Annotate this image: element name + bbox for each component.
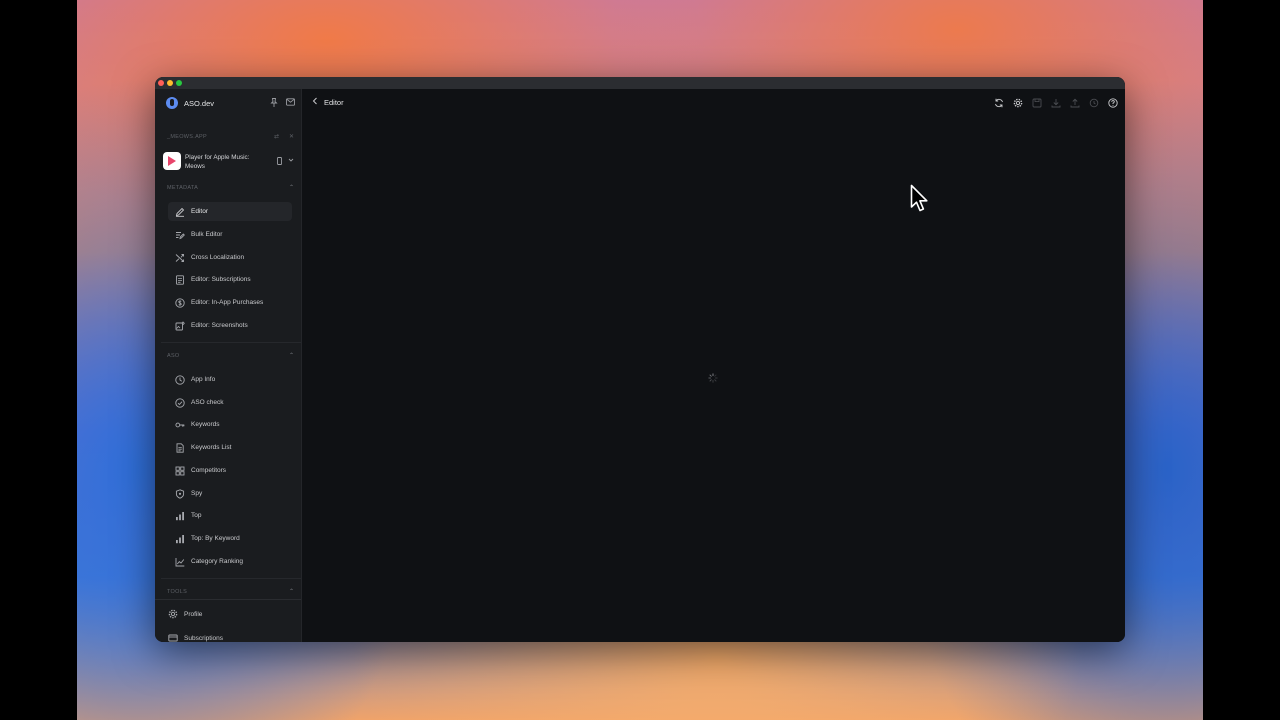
list-doc-icon <box>174 442 185 453</box>
close-window-button[interactable] <box>158 80 164 86</box>
section-label-metadata: METADATA <box>167 185 199 191</box>
brand-name: ASO.dev <box>184 98 215 108</box>
sidebar-item-bulk-editor[interactable]: Bulk Editor <box>168 225 292 244</box>
app-name: Player for Apple Music: Meows <box>185 154 250 170</box>
line-chart-icon <box>174 556 185 567</box>
sidebar-item-cross-localization[interactable]: Cross Localization <box>168 248 292 267</box>
main-content: Editor <box>302 89 1125 642</box>
sidebar-item-competitors[interactable]: Competitors <box>168 461 292 480</box>
mouse-cursor-icon <box>910 184 928 212</box>
sidebar-item-profile[interactable]: Profile <box>161 605 291 623</box>
section-label-tools: TOOLS <box>167 589 188 595</box>
sidebar-item-category-ranking[interactable]: Category Ranking <box>168 552 292 571</box>
sidebar: ASO.dev _MEOWS.APP ⇄ ✕ Player for Apple … <box>155 89 302 642</box>
collapse-tools-icon[interactable]: ⌃ <box>289 588 294 595</box>
receipt-icon <box>174 274 185 285</box>
collapse-aso-icon[interactable]: ⌃ <box>289 352 294 359</box>
app-window: ASO.dev _MEOWS.APP ⇄ ✕ Player for Apple … <box>155 77 1125 642</box>
shield-icon <box>174 488 185 499</box>
sidebar-item-top[interactable]: Top <box>168 506 292 525</box>
sidebar-item-editor[interactable]: Editor <box>168 202 292 221</box>
gear-icon <box>167 609 178 620</box>
project-label: _MEOWS.APP <box>167 134 207 140</box>
sidebar-item-editor-in-app-purchases[interactable]: Editor: In-App Purchases <box>168 293 292 312</box>
image-edit-icon <box>174 320 185 331</box>
shuffle-icon <box>174 252 185 263</box>
save-icon[interactable] <box>1031 97 1042 108</box>
bar-chart-icon <box>174 533 185 544</box>
dollar-circle-icon <box>174 297 185 308</box>
sidebar-item-editor-subscriptions[interactable]: Editor: Subscriptions <box>168 270 292 289</box>
project-close-icon[interactable]: ✕ <box>289 133 294 140</box>
pencil-icon <box>174 206 185 217</box>
aso-dev-logo-icon <box>166 97 178 109</box>
divider <box>161 342 301 343</box>
upload-icon[interactable] <box>1069 97 1080 108</box>
pin-icon[interactable] <box>270 98 278 109</box>
phone-icon <box>277 157 282 167</box>
sidebar-item-spy[interactable]: Spy <box>168 484 292 503</box>
title-bar <box>155 77 1125 89</box>
check-circle-icon <box>174 397 185 408</box>
help-icon[interactable] <box>1107 97 1118 108</box>
app-icon <box>163 152 181 170</box>
chevron-down-icon <box>288 157 294 165</box>
key-icon <box>174 419 185 430</box>
settings-gear-icon[interactable] <box>1012 97 1023 108</box>
project-action-icon[interactable]: ⇄ <box>274 133 279 140</box>
sidebar-item-keywords-list[interactable]: Keywords List <box>168 438 292 457</box>
history-icon[interactable] <box>1088 97 1099 108</box>
loading-spinner-icon <box>708 370 718 383</box>
back-chevron-icon[interactable] <box>312 97 318 107</box>
refresh-icon[interactable] <box>993 97 1004 108</box>
card-icon <box>167 633 178 643</box>
collapse-metadata-icon[interactable]: ⌃ <box>289 184 294 191</box>
bulk-edit-icon <box>174 229 185 240</box>
brand: ASO.dev <box>166 97 214 109</box>
sidebar-item-aso-check[interactable]: ASO check <box>168 393 292 412</box>
sidebar-item-top-by-keyword[interactable]: Top: By Keyword <box>168 529 292 548</box>
zoom-window-button[interactable] <box>176 80 182 86</box>
sidebar-item-keywords[interactable]: Keywords <box>168 415 292 434</box>
download-icon[interactable] <box>1050 97 1061 108</box>
sidebar-item-editor-screenshots[interactable]: Editor: Screenshots <box>168 316 292 335</box>
sidebar-item-app-info[interactable]: App Info <box>168 370 292 389</box>
divider <box>161 578 301 579</box>
divider <box>155 599 301 600</box>
app-selector[interactable]: Player for Apple Music: Meows <box>162 151 296 173</box>
bar-chart-icon <box>174 510 185 521</box>
section-label-aso: ASO <box>167 353 180 359</box>
clock-icon <box>174 374 185 385</box>
minimize-window-button[interactable] <box>167 80 173 86</box>
sidebar-item-subscriptions[interactable]: Subscriptions <box>161 629 291 642</box>
grid-icon <box>174 465 185 476</box>
page-title: Editor <box>324 98 344 107</box>
mail-icon[interactable] <box>286 98 295 108</box>
